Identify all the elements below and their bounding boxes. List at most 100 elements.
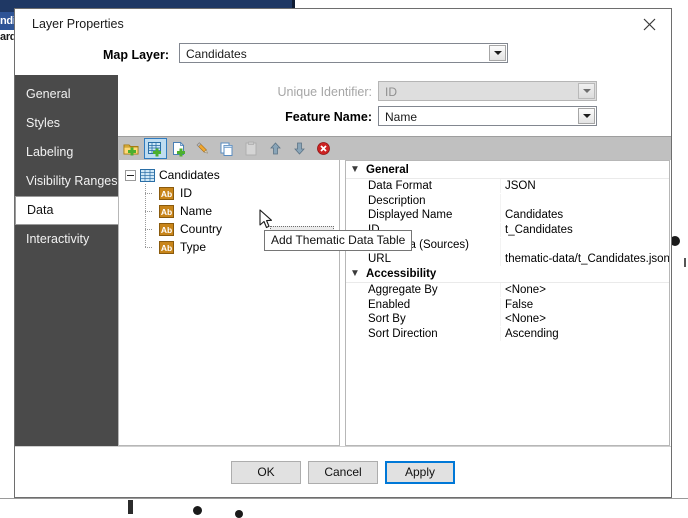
property-group-general[interactable]: ▼ General [346,163,669,179]
dialog-body: General Styles Labeling Visibility Range… [15,75,671,446]
dialog-title-bar: Layer Properties [15,9,671,40]
map-layer-row: Map Layer: Candidates [15,40,671,75]
sidebar-item-label: Labeling [26,145,74,159]
sidebar-item-visibility-ranges[interactable]: Visibility Ranges [15,167,118,196]
tree-node-label: ID [180,186,192,200]
property-name: Data Format [364,179,501,194]
property-grid-body: ▼ General Data Format JSON Description D… [346,161,669,341]
tree-connector [141,184,153,202]
background-marker-dot-bottom-2 [235,510,243,518]
data-toolbar [118,136,671,160]
paste-icon[interactable] [240,138,263,159]
background-horizontal-rule [0,498,688,499]
sidebar-item-label: General [26,87,71,101]
cancel-button[interactable]: Cancel [308,460,378,484]
map-layer-select[interactable]: Candidates [179,43,508,63]
dialog-footer: OK Cancel Apply [15,446,671,497]
sidebar-item-general[interactable]: General [15,80,118,109]
data-tab-content: Unique Identifier: ID Feature Name: Name [118,75,671,446]
property-name: URL [364,252,501,267]
text-field-icon: Ab [159,186,174,200]
property-group-accessibility[interactable]: ▼ Accessibility [346,266,669,283]
dialog-title: Layer Properties [32,17,124,31]
sidebar-item-label: Interactivity [26,232,90,246]
property-value: thematic-data/t_Candidates.json [505,253,669,266]
sidebar-item-label: Data [27,203,54,217]
collapse-icon[interactable] [125,169,136,181]
close-icon[interactable] [627,9,671,39]
add-thematic-data-table-icon[interactable] [144,138,167,159]
ok-button[interactable]: OK [231,460,301,484]
add-data-source-folder-icon[interactable] [120,138,143,159]
chevron-down-icon[interactable] [489,45,506,61]
layer-properties-dialog: Layer Properties Map Layer: Candidates G… [14,8,672,498]
property-value: Candidates [505,209,564,222]
property-value: <None> [505,283,546,296]
identifier-fields: Unique Identifier: ID Feature Name: Name [118,75,671,136]
property-name: Aggregate By [364,282,501,297]
tree-node-label: Country [180,222,223,236]
feature-name-select[interactable]: Name [378,106,597,126]
background-marker-tick-right [684,258,686,267]
property-row-data-format[interactable]: Data Format JSON [346,179,669,194]
property-group-label: Accessibility [366,268,437,281]
toolbar-tooltip: Add Thematic Data Table [264,230,413,251]
property-name: Displayed Name [364,208,501,223]
data-tree-panel[interactable]: Candidates Ab ID Ab Name Ab Country Ab T… [118,160,340,446]
chevron-down-icon[interactable] [578,108,595,124]
property-name: Sort Direction [364,326,501,341]
tree-root-label: Candidates [159,168,220,182]
sidebar-nav: General Styles Labeling Visibility Range… [15,75,118,446]
unique-identifier-select: ID [378,81,597,101]
chevron-down-icon [578,83,595,99]
sidebar-item-data[interactable]: Data [15,196,118,225]
property-row-displayed-name[interactable]: Displayed Name Candidates [346,208,669,223]
property-value: t_Candidates [505,224,573,237]
background-marker-bar-bottom [128,500,133,514]
sidebar-item-labeling[interactable]: Labeling [15,138,118,167]
tree-node-id[interactable]: Ab ID [141,184,331,202]
map-layer-value: Candidates [186,47,247,61]
chevron-down-icon[interactable]: ▼ [346,267,364,281]
property-row-url[interactable]: URL thematic-data/t_Candidates.json [346,252,669,267]
property-grid[interactable]: ▼ General Data Format JSON Description D… [345,160,670,446]
tree-node-label: Type [180,240,207,254]
unique-identifier-value: ID [385,85,397,99]
sidebar-item-label: Visibility Ranges [26,174,118,188]
text-field-icon: Ab [159,222,174,236]
delete-icon[interactable] [312,138,335,159]
property-row-enabled[interactable]: Enabled False [346,297,669,312]
chevron-down-icon[interactable]: ▼ [346,163,364,177]
move-up-arrow-icon[interactable] [264,138,287,159]
property-row-aggregate-by[interactable]: Aggregate By <None> [346,282,669,298]
copy-icon[interactable] [216,138,239,159]
property-row-sort-by[interactable]: Sort By <None> [346,312,669,327]
move-down-arrow-icon[interactable] [288,138,311,159]
tree-connector [141,220,153,238]
property-name: Sort By [364,312,501,327]
feature-name-label: Feature Name: [285,110,372,124]
property-row-description[interactable]: Description [346,193,669,208]
property-value: JSON [505,180,536,193]
property-value: Ascending [505,327,559,340]
property-name: Description [364,193,501,208]
table-icon [140,168,155,182]
property-name: Enabled [364,297,501,312]
text-field-icon: Ab [159,204,174,218]
tree-connector [141,238,153,256]
text-field-icon: Ab [159,240,174,254]
add-data-field-icon[interactable] [168,138,191,159]
data-panes: Candidates Ab ID Ab Name Ab Country Ab T… [118,160,671,446]
tree-connector [141,202,153,220]
feature-name-value: Name [385,110,418,124]
sidebar-item-interactivity[interactable]: Interactivity [15,225,118,254]
apply-button[interactable]: Apply [385,460,455,484]
edit-pencil-icon[interactable] [192,138,215,159]
property-row-sort-direction[interactable]: Sort Direction Ascending [346,326,669,342]
property-value: False [505,298,534,311]
sidebar-item-styles[interactable]: Styles [15,109,118,138]
tree-node-name[interactable]: Ab Name [141,202,331,220]
map-layer-label: Map Layer: [103,48,169,62]
tree-root-node[interactable]: Candidates [125,166,220,184]
sidebar-item-label: Styles [26,116,61,130]
